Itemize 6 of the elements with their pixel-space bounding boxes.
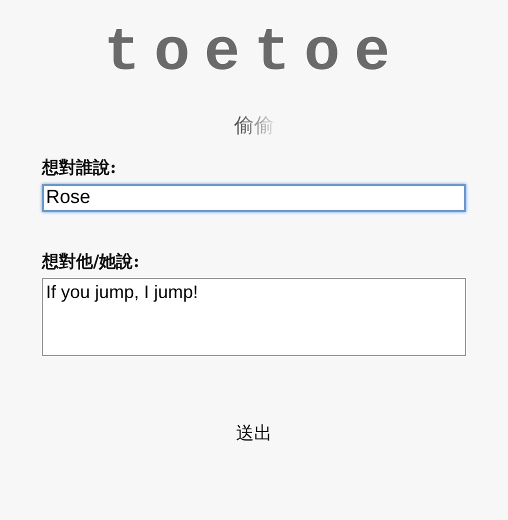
logo: toetoe	[104, 22, 404, 86]
field-label: 想對誰說:	[42, 157, 118, 180]
field-label: 想對他/她說:	[42, 251, 140, 274]
recipient-field[interactable]: Rose	[42, 184, 466, 212]
submit-button[interactable]: 送出	[228, 420, 280, 447]
message-field[interactable]: If you jump, I jump!	[42, 278, 466, 356]
